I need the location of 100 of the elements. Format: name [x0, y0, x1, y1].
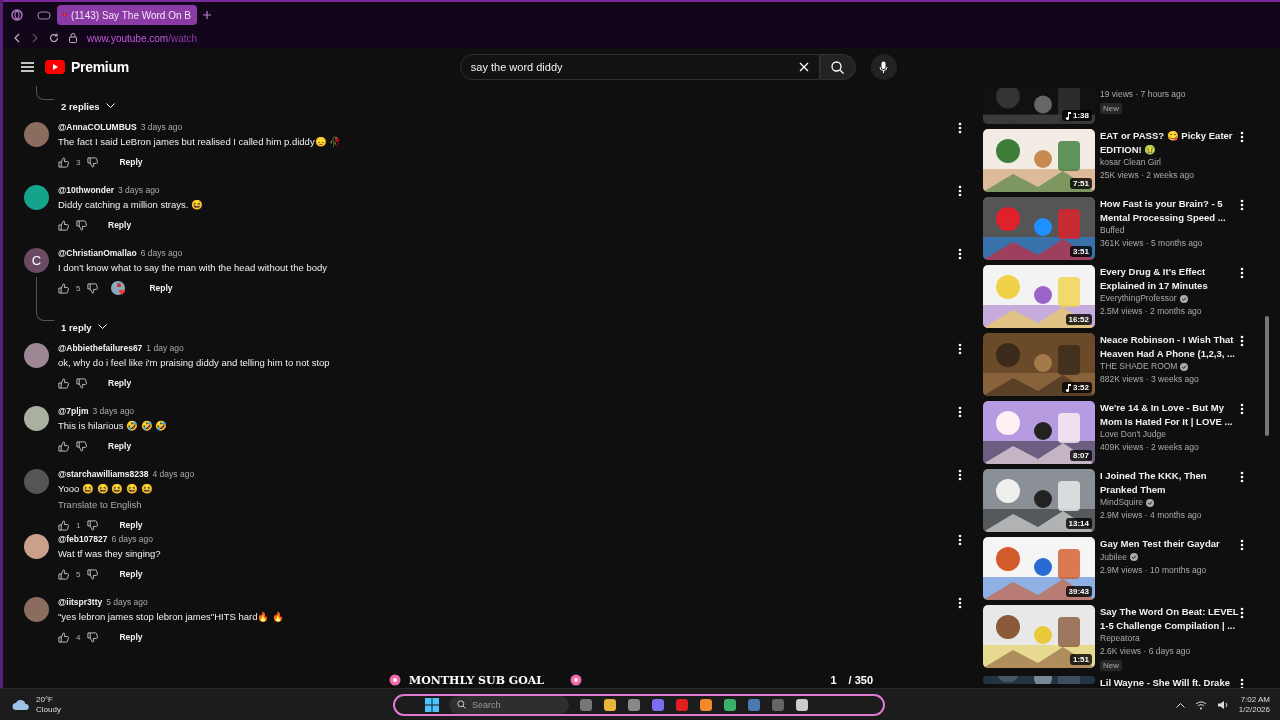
video-title[interactable]: Lil Wayne - She Will ft. Drake	[1100, 676, 1240, 688]
verified-icon	[1146, 498, 1154, 507]
avatar[interactable]	[24, 122, 49, 147]
video-title[interactable]: Say The Word On Beat: LEVEL 1-5 Challenge Compilation | ...	[1100, 605, 1240, 632]
avatar[interactable]	[24, 534, 49, 559]
avatar[interactable]	[24, 343, 49, 368]
channel-name[interactable]: THE SHADE ROOM	[1100, 360, 1240, 373]
app-icon[interactable]	[626, 697, 641, 712]
thumbs-down-icon[interactable]	[76, 377, 87, 389]
thumbs-down-icon[interactable]	[87, 568, 99, 580]
reply-button[interactable]: Reply	[102, 438, 138, 454]
comment-text: ok, why do i feel like i'm praising diddy and telling him to not stop	[58, 357, 330, 368]
avatar[interactable]: C	[24, 248, 49, 273]
comment-author[interactable]: @iitspr3tty	[58, 597, 103, 607]
thumbs-down-icon[interactable]	[87, 282, 99, 294]
thumbs-up-icon[interactable]	[58, 519, 69, 531]
video-title[interactable]: I Joined The KKK, Then Pranked Them	[1100, 469, 1240, 496]
more-icon	[1240, 403, 1244, 415]
browser-tab[interactable]: (1143) Say The Word On B	[57, 5, 197, 25]
thumbs-up-icon[interactable]	[58, 568, 69, 580]
music-note-icon	[1065, 383, 1071, 392]
more-icon	[958, 534, 962, 546]
sub-goal-title: MONTHLY SUB GOAL	[409, 673, 544, 687]
thumbs-down-icon[interactable]	[76, 219, 87, 231]
microphone-button[interactable]	[870, 54, 897, 80]
thumbs-up-icon[interactable]	[58, 377, 69, 389]
avatar[interactable]	[24, 406, 49, 431]
sub-count: 1	[830, 674, 837, 686]
thumbs-down-icon[interactable]	[87, 156, 99, 168]
menu-icon[interactable]	[21, 62, 34, 72]
windows-logo-icon[interactable]	[424, 697, 439, 712]
reply-button[interactable]: Reply	[102, 217, 138, 233]
comment-text: I don't know what to say the man with the head without the body	[58, 262, 328, 273]
thumbs-up-icon[interactable]	[58, 156, 69, 168]
comment-author[interactable]: @feb107827	[58, 534, 108, 544]
video-duration: 3:51	[1070, 246, 1092, 257]
channel-name[interactable]: Jubilee	[1100, 550, 1240, 564]
channel-name[interactable]: kosar Clean Girl	[1100, 156, 1240, 169]
new-badge: New	[1100, 660, 1122, 671]
close-icon[interactable]	[798, 62, 809, 72]
thumbs-down-icon[interactable]	[87, 631, 99, 643]
comment-author[interactable]: @starchawilliams8238	[58, 469, 149, 479]
reply-button[interactable]: Reply	[113, 629, 149, 645]
video-title[interactable]: EAT or PASS? 😋 Picky Eater EDITION! 🤢	[1100, 129, 1240, 156]
replies-toggle[interactable]: 1 reply	[61, 321, 107, 333]
verified-icon	[1179, 294, 1188, 303]
comment-author[interactable]: @Abbiethefailures67	[58, 343, 143, 353]
reply-button[interactable]: Reply	[113, 517, 149, 533]
comment-author[interactable]: @AnnaCOLUMBUS	[58, 122, 137, 132]
channel-name[interactable]: Buffed	[1100, 224, 1240, 237]
translate-link[interactable]: Translate to English	[58, 499, 977, 510]
more-icon	[1240, 267, 1244, 279]
comment-author[interactable]: @ChristianOmallao	[58, 248, 137, 258]
thread-line	[36, 86, 54, 100]
video-title[interactable]: Gay Men Test their Gaydar	[1100, 537, 1240, 551]
video-title[interactable]: Neace Robinson - I Wish That Heaven Had A Phone (1,2,3, ...	[1100, 333, 1240, 360]
app-icon[interactable]	[794, 697, 809, 712]
app-icon[interactable]	[602, 697, 617, 712]
reply-button[interactable]: Reply	[113, 566, 149, 582]
video-title[interactable]: How Fast is your Brain? - 5 Mental Processing Speed ...	[1100, 197, 1240, 224]
video-title[interactable]: We're 14 & In Love - But My Mom Is Hated For It | LOVE ...	[1100, 401, 1240, 428]
clock-time[interactable]: 7:02 AM	[1240, 694, 1270, 705]
sub-target: / 350	[848, 674, 873, 686]
temperature: 20°F	[36, 694, 54, 705]
search-button[interactable]	[819, 54, 856, 80]
comment-author[interactable]: @10thwonder	[58, 185, 114, 195]
taskbar-search[interactable]: Search	[448, 695, 569, 714]
new-tab-icon[interactable]	[203, 11, 211, 19]
app-icon[interactable]	[698, 697, 713, 712]
comment-author[interactable]: @7pljm	[58, 406, 89, 416]
channel-name[interactable]: MindSquire	[1100, 496, 1240, 509]
scrollbar[interactable]	[1265, 316, 1269, 436]
video-stats: 361K views · 5 months ago	[1100, 237, 1204, 250]
reply-button[interactable]: Reply	[143, 280, 179, 296]
channel-name[interactable]: EverythingProfessor	[1100, 292, 1240, 305]
reply-button[interactable]: Reply	[113, 154, 149, 170]
channel-name[interactable]: Repeatora	[1100, 632, 1240, 645]
thumbs-up-icon[interactable]	[58, 631, 69, 643]
search-field[interactable]: say the word diddy	[459, 54, 820, 80]
thumbs-down-icon[interactable]	[87, 519, 99, 531]
more-icon	[958, 469, 962, 481]
video-title[interactable]: Every Drug & It's Effect Explained in 17 Minutes	[1100, 265, 1240, 292]
replies-toggle[interactable]: 2 replies	[61, 100, 115, 112]
logo-text[interactable]: Premium	[71, 59, 129, 75]
thumbs-down-icon[interactable]	[76, 440, 87, 452]
avatar[interactable]	[24, 597, 49, 622]
video-stats: 2.6K views · 6 days ago	[1100, 645, 1192, 658]
reply-button[interactable]: Reply	[102, 375, 138, 391]
thumbs-up-icon[interactable]	[58, 440, 69, 452]
cloud-icon	[12, 698, 30, 711]
avatar[interactable]	[24, 185, 49, 210]
app-icon[interactable]	[722, 697, 737, 712]
like-count: 5	[76, 569, 81, 579]
thumbs-up-icon[interactable]	[58, 282, 69, 294]
channel-name[interactable]: Love Don't Judge	[1100, 428, 1240, 441]
video-stats: 2.9M views · 10 months ago	[1100, 563, 1208, 577]
clock-date[interactable]: 1/2/2026	[1238, 704, 1270, 715]
thumbs-up-icon[interactable]	[58, 219, 69, 231]
address-bar[interactable]: www.youtube.com/watch	[87, 32, 198, 44]
app-icon[interactable]	[650, 697, 665, 712]
